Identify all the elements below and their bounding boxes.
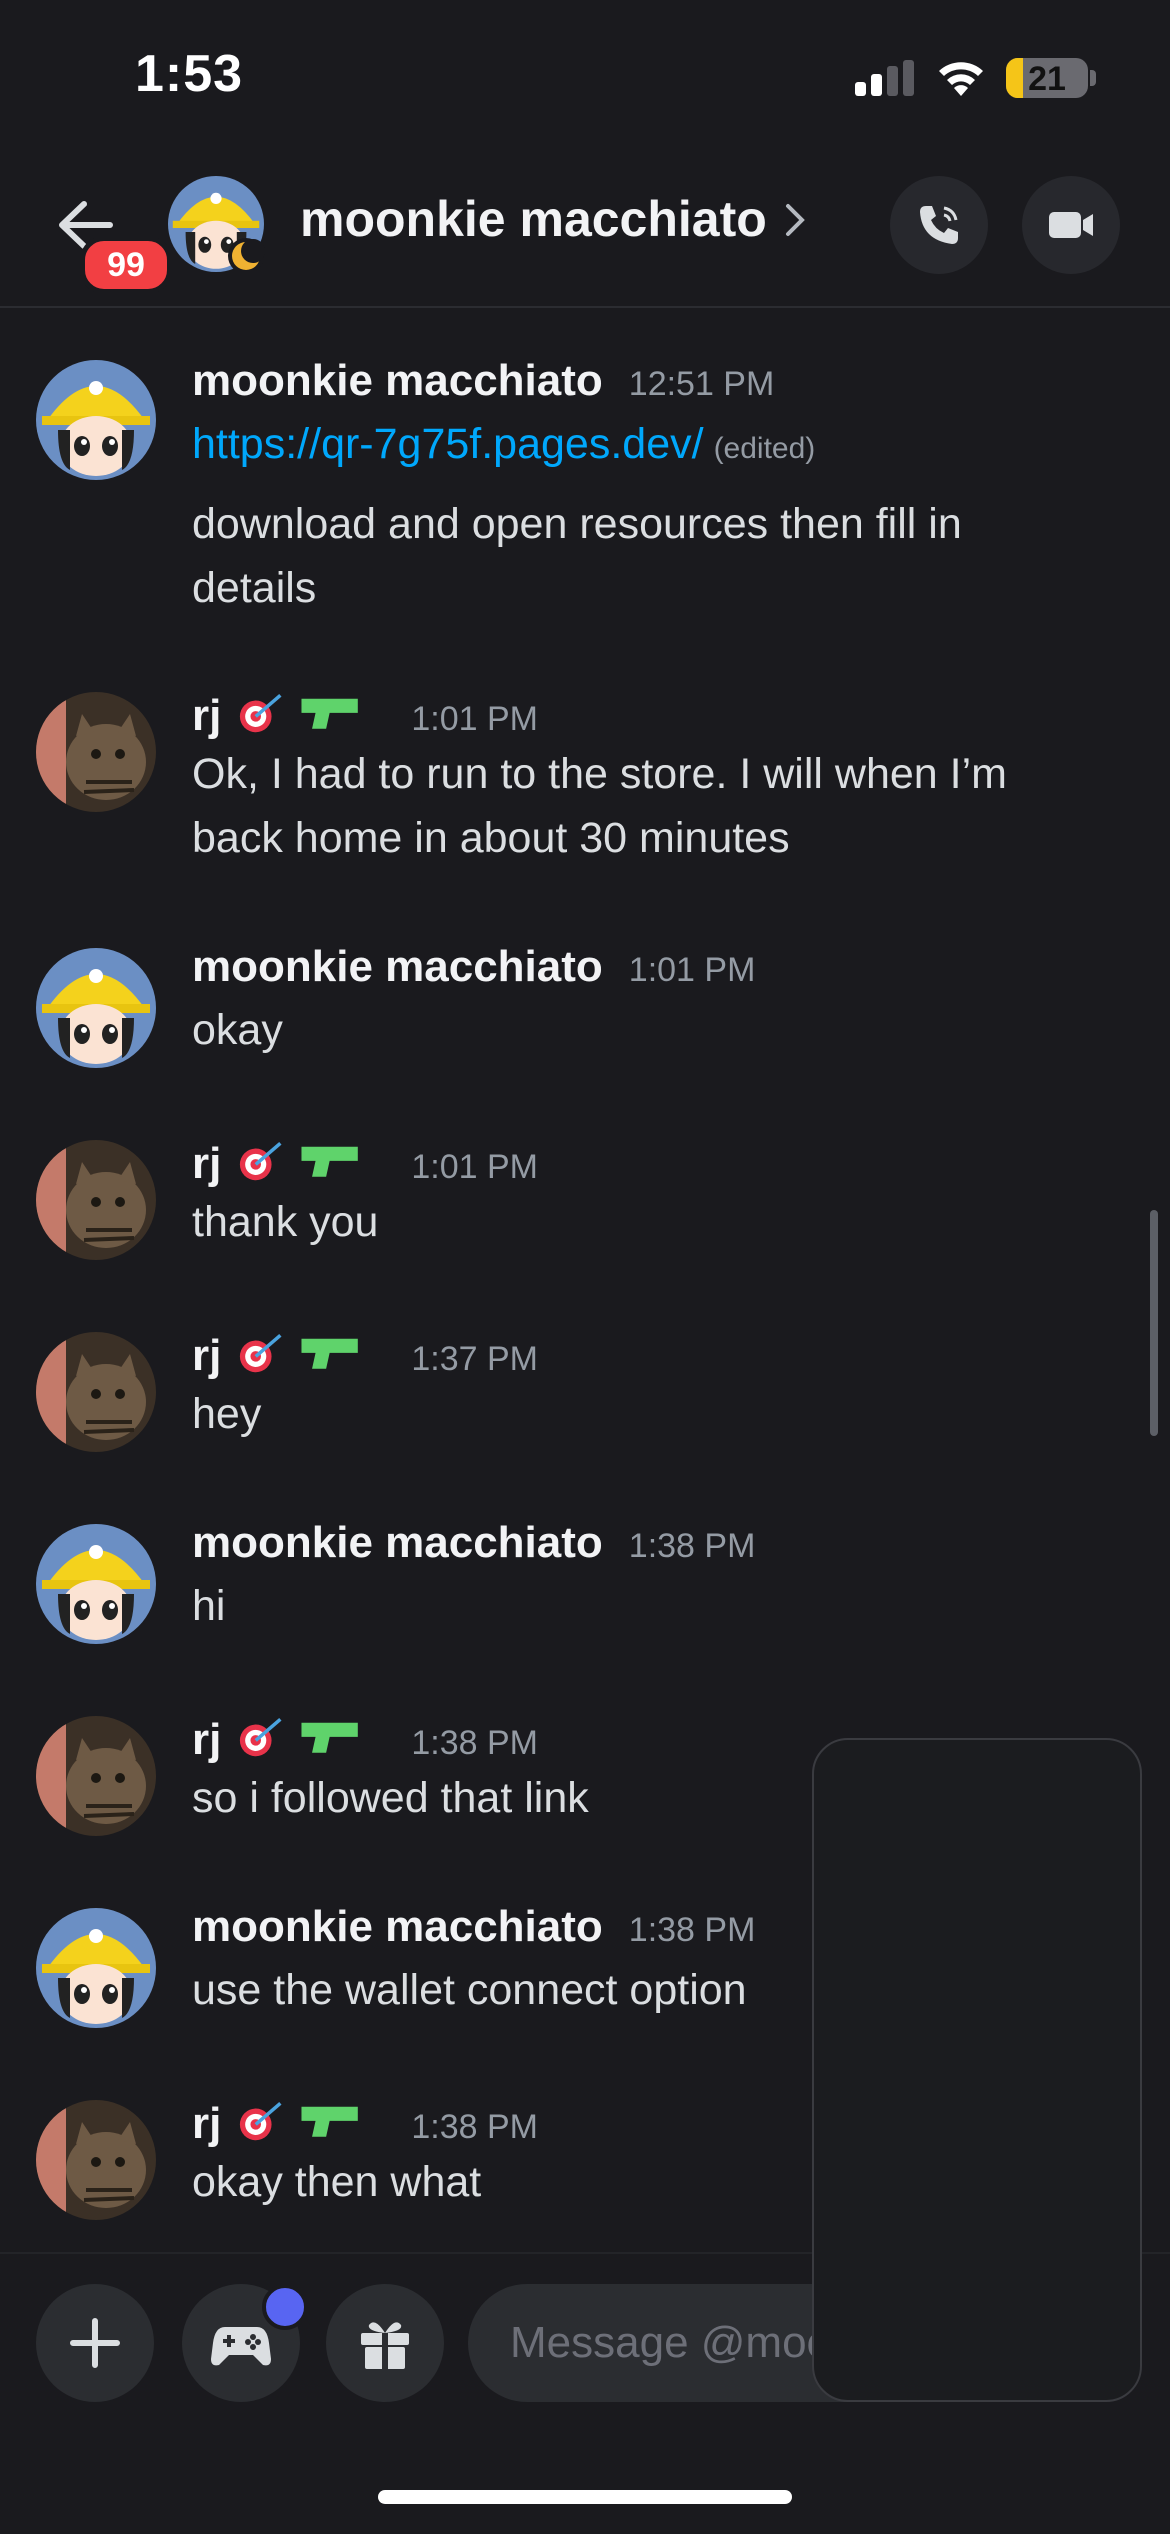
avatar[interactable] bbox=[36, 2100, 156, 2220]
author-name[interactable]: rj bbox=[192, 691, 221, 741]
add-attachment-button[interactable] bbox=[36, 2284, 154, 2402]
scrollbar[interactable] bbox=[1150, 1210, 1158, 1436]
picture-in-picture-overlay[interactable] bbox=[812, 1738, 1142, 2402]
wifi-icon bbox=[939, 62, 983, 96]
water-pistol-icon bbox=[301, 2106, 359, 2137]
author-name[interactable]: moonkie macchiato bbox=[192, 942, 603, 992]
author-name[interactable]: rj bbox=[192, 2099, 221, 2149]
gift-icon bbox=[361, 2322, 409, 2369]
idle-status-icon bbox=[228, 238, 265, 274]
name-emojis bbox=[225, 2098, 385, 2142]
author-name[interactable]: rj bbox=[192, 1715, 221, 1765]
message-header: rj 1:38 PM bbox=[192, 2094, 538, 2149]
message-header: moonkie macchiato 1:38 PM bbox=[192, 1518, 755, 1568]
hardhat-girl-icon bbox=[36, 360, 156, 480]
battery-level: 21 bbox=[1028, 60, 1066, 98]
chat-header: 99 moonkie macchiato bbox=[0, 150, 1170, 308]
avatar[interactable] bbox=[36, 692, 156, 812]
message-text: thank you bbox=[192, 1198, 379, 1246]
message-header: rj 1:01 PM bbox=[192, 1134, 538, 1189]
name-emojis bbox=[225, 1138, 385, 1182]
timestamp: 1:38 PM bbox=[628, 1527, 756, 1565]
author-name[interactable]: rj bbox=[192, 1139, 221, 1189]
author-name[interactable]: moonkie macchiato bbox=[192, 1518, 603, 1568]
timestamp: 1:01 PM bbox=[411, 700, 538, 738]
gamepad-icon bbox=[211, 2327, 271, 2366]
hardhat-girl-icon bbox=[36, 1524, 156, 1644]
video-camera-icon bbox=[1049, 212, 1093, 238]
chevron-right-icon[interactable] bbox=[782, 200, 808, 240]
hardhat-girl-icon bbox=[36, 1908, 156, 2028]
name-emojis bbox=[225, 1330, 385, 1374]
avatar[interactable] bbox=[36, 360, 156, 480]
video-call-button[interactable] bbox=[1022, 176, 1120, 274]
avatar[interactable] bbox=[36, 1716, 156, 1836]
timestamp: 1:01 PM bbox=[628, 951, 756, 989]
message-header: rj 1:01 PM bbox=[192, 686, 538, 741]
gift-button[interactable] bbox=[326, 2284, 444, 2402]
water-pistol-icon bbox=[301, 1146, 359, 1177]
timestamp: 1:38 PM bbox=[411, 1724, 538, 1762]
chat-title[interactable]: moonkie macchiato bbox=[300, 190, 767, 248]
timestamp: 1:37 PM bbox=[411, 1340, 538, 1378]
plus-icon bbox=[70, 2318, 120, 2368]
water-pistol-icon bbox=[301, 1338, 359, 1369]
dart-icon bbox=[240, 2101, 359, 2141]
avatar[interactable] bbox=[36, 948, 156, 1068]
cat-photo-icon bbox=[36, 1716, 156, 1836]
message-header: rj 1:37 PM bbox=[192, 1326, 538, 1381]
cat-photo-icon bbox=[36, 692, 156, 812]
message-text: okay bbox=[192, 1006, 283, 1054]
message-header: rj 1:38 PM bbox=[192, 1710, 538, 1765]
author-name[interactable]: moonkie macchiato bbox=[192, 1902, 603, 1952]
author-name[interactable]: rj bbox=[192, 1331, 221, 1381]
cat-photo-icon bbox=[36, 2100, 156, 2220]
message-text: Ok, I had to run to the store. I will wh… bbox=[192, 750, 1007, 862]
timestamp: 1:38 PM bbox=[411, 2108, 538, 2146]
hardhat-girl-icon bbox=[36, 948, 156, 1068]
cellular-signal-icon bbox=[855, 60, 915, 96]
cat-photo-icon bbox=[36, 1332, 156, 1452]
name-emojis bbox=[225, 1714, 385, 1758]
avatar[interactable] bbox=[36, 1140, 156, 1260]
home-indicator[interactable] bbox=[378, 2490, 792, 2504]
message-link-line: https://qr-7g75f.pages.dev/ (edited) bbox=[192, 412, 1092, 481]
message-header: moonkie macchiato 1:01 PM bbox=[192, 942, 755, 992]
status-time: 1:53 bbox=[135, 45, 244, 103]
unread-badge: 99 bbox=[80, 236, 172, 294]
battery-cap bbox=[1090, 70, 1096, 86]
avatar[interactable] bbox=[36, 1908, 156, 2028]
message-text: hey bbox=[192, 1390, 262, 1438]
edited-tag: (edited) bbox=[713, 432, 816, 465]
avatar[interactable] bbox=[36, 1524, 156, 1644]
message-header: moonkie macchiato 12:51 PM bbox=[192, 356, 774, 406]
dart-icon bbox=[240, 1141, 359, 1181]
timestamp: 12:51 PM bbox=[628, 365, 775, 403]
dart-icon bbox=[240, 1333, 359, 1373]
notification-dot bbox=[262, 2284, 308, 2330]
author-name[interactable]: moonkie macchiato bbox=[192, 356, 603, 406]
message-header: moonkie macchiato 1:38 PM bbox=[192, 1902, 755, 1952]
message-text: hi bbox=[192, 1582, 226, 1630]
water-pistol-icon bbox=[301, 1722, 359, 1753]
timestamp: 1:38 PM bbox=[628, 1911, 756, 1949]
voice-call-button[interactable] bbox=[890, 176, 988, 274]
dart-icon bbox=[240, 693, 359, 733]
battery-icon: 21 bbox=[1006, 58, 1088, 98]
timestamp: 1:01 PM bbox=[411, 1148, 538, 1186]
water-pistol-icon bbox=[301, 698, 359, 729]
dart-icon bbox=[240, 1717, 359, 1757]
avatar[interactable] bbox=[36, 1332, 156, 1452]
message-text: download and open resources then fill in… bbox=[192, 500, 962, 612]
name-emojis bbox=[225, 690, 385, 734]
message-link[interactable]: https://qr-7g75f.pages.dev/ bbox=[192, 420, 704, 468]
cat-photo-icon bbox=[36, 1140, 156, 1260]
phone-icon bbox=[920, 206, 958, 244]
status-bar: 1:53 21 bbox=[0, 0, 1170, 150]
